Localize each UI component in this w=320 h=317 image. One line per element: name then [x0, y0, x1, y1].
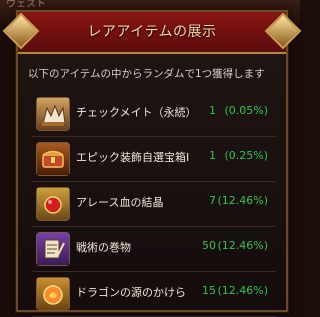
item-row[interactable]: エピック装飾自選宝箱Ⅰ 1 (0.25%) [32, 137, 276, 182]
checkmate-icon [36, 97, 70, 131]
dragon-shard-icon [36, 277, 70, 311]
item-quantity: 1 [209, 149, 216, 162]
dialog-header: レアアイテムの展示 [2, 12, 302, 54]
item-list: チェックメイト（永続） 1 (0.05%) エピック装飾自選宝箱Ⅰ 1 (0.2… [32, 92, 276, 317]
scroll-icon [36, 232, 70, 266]
item-row[interactable]: チェックメイト（永続） 1 (0.05%) [32, 92, 276, 137]
rare-items-dialog: レアアイテムの展示 以下のアイテムの中からランダムで1つ獲得します チェックメイ… [2, 10, 302, 317]
background-text: ウェスト [6, 0, 46, 10]
item-name: 戦術の巻物 [76, 241, 131, 254]
dialog-title: レアアイテムの展示 [87, 24, 217, 40]
item-quantity: 7 [209, 194, 216, 207]
item-quantity: 1 [209, 104, 216, 117]
treasure-chest-icon [36, 142, 70, 176]
item-name: ドラゴンの源のかけら [76, 286, 186, 299]
item-row[interactable]: アレース血の結晶 7 (12.46%) [32, 182, 276, 227]
item-name: エピック装飾自選宝箱Ⅰ [76, 151, 190, 164]
item-rate: (0.05%) [224, 104, 268, 117]
item-row[interactable]: 戦術の巻物 50 (12.46%) [32, 227, 276, 272]
item-quantity: 15 [202, 284, 216, 297]
blood-crystal-icon [36, 187, 70, 221]
dialog-subtitle: 以下のアイテムの中からランダムで1つ獲得します [28, 68, 265, 80]
item-row[interactable]: ドラゴンの源のかけら 15 (12.46%) [32, 272, 276, 317]
item-name: チェックメイト（永続） [76, 106, 197, 119]
item-rate: (12.46%) [217, 284, 268, 297]
item-name: アレース血の結晶 [76, 196, 164, 209]
item-rate: (12.46%) [217, 194, 268, 207]
item-quantity: 50 [202, 239, 216, 252]
item-rate: (0.25%) [224, 149, 268, 162]
item-rate: (12.46%) [217, 239, 268, 252]
